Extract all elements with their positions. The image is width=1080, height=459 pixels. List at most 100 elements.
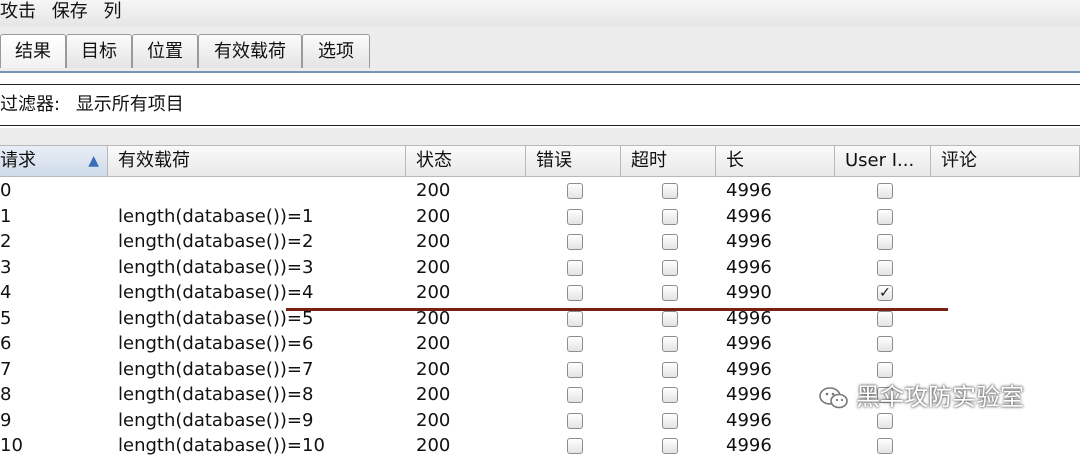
request-number: 4 (0, 282, 12, 303)
response-length: 4996 (726, 180, 772, 201)
filter-value[interactable]: 显示所有项目 (76, 94, 184, 115)
sort-ascending-icon: ▲ (88, 153, 99, 169)
error-checkbox (567, 208, 583, 225)
response-length: 4996 (726, 384, 772, 405)
response-length: 4996 (726, 333, 772, 354)
col-request[interactable]: 请求 ▲ (0, 146, 108, 176)
request-number: 8 (0, 384, 12, 405)
response-length: 4996 (726, 205, 772, 227)
payload-value: length(database())=3 (118, 256, 314, 278)
error-checkbox (567, 336, 583, 352)
tab-positions[interactable]: 位置 (132, 34, 198, 68)
request-number: 6 (0, 333, 12, 354)
payload-value: length(database())=7 (118, 358, 314, 380)
timeout-checkbox (662, 336, 678, 352)
table-row[interactable]: 4 length(database())=4 200 4990 ✓ (0, 280, 1080, 306)
payload-value: length(database())=9 (118, 409, 314, 431)
user-checkbox (877, 259, 893, 276)
table-row[interactable]: 1 length(database())=1 200 4996 (0, 204, 1080, 230)
user-checkbox: ✓ (877, 285, 893, 301)
error-checkbox (567, 183, 583, 199)
wechat-icon (819, 387, 848, 409)
filter-bar[interactable]: 过滤器: 显示所有项目 (0, 84, 1080, 126)
payload-value: length(database())=6 (118, 333, 314, 354)
col-comment[interactable]: 评论 (931, 146, 1080, 176)
annotation-underline (286, 308, 948, 311)
user-checkbox (877, 361, 893, 378)
response-length: 4996 (726, 358, 772, 380)
payload-value: length(database())=4 (118, 282, 314, 303)
table-row[interactable]: 6 length(database())=6 200 4996 (0, 331, 1080, 357)
payload-value: length(database())=2 (118, 231, 314, 252)
request-number: 3 (0, 256, 12, 278)
request-number: 10 (0, 435, 23, 456)
error-checkbox (567, 361, 583, 378)
status-code: 200 (416, 333, 451, 354)
timeout-checkbox (662, 208, 678, 225)
error-checkbox (567, 387, 583, 403)
col-payload[interactable]: 有效载荷 (108, 146, 406, 176)
request-number: 5 (0, 307, 12, 329)
request-number: 0 (0, 180, 12, 201)
col-length[interactable]: 长 (716, 146, 835, 176)
col-request-label: 请求 (0, 150, 36, 171)
table-row[interactable]: 0 200 4996 (0, 178, 1080, 204)
error-checkbox (567, 412, 583, 429)
timeout-checkbox (662, 412, 678, 429)
col-user[interactable]: User I... (835, 146, 931, 176)
user-checkbox (877, 234, 893, 250)
user-checkbox (877, 310, 893, 327)
payload-value: length(database())=1 (118, 205, 314, 227)
status-code: 200 (416, 256, 451, 278)
filter-label: 过滤器: (0, 94, 61, 115)
table-row[interactable]: 2 length(database())=2 200 4996 (0, 229, 1080, 255)
status-code: 200 (416, 205, 451, 227)
error-checkbox (567, 310, 583, 327)
payload-value: length(database())=10 (118, 435, 325, 456)
error-checkbox (567, 285, 583, 301)
payload-value: length(database())=5 (118, 307, 314, 329)
results-table-header: 请求 ▲ 有效载荷 状态 错误 超时 长 User I... 评论 (0, 145, 1080, 177)
response-length: 4996 (726, 231, 772, 252)
error-checkbox (567, 234, 583, 250)
request-number: 7 (0, 358, 12, 380)
col-timeout[interactable]: 超时 (621, 146, 716, 176)
status-code: 200 (416, 358, 451, 380)
menu-attack[interactable]: 攻击 (0, 0, 36, 24)
tab-results[interactable]: 结果 (0, 34, 66, 68)
status-code: 200 (416, 409, 451, 431)
timeout-checkbox (662, 310, 678, 327)
request-number: 2 (0, 231, 12, 252)
menu-bar: 攻击 保存 列 (0, 0, 1080, 27)
tab-strip: 结果 目标 位置 有效载荷 选项 (0, 26, 1080, 72)
watermark: 黑伞攻防实验室 (818, 379, 1024, 415)
error-checkbox (567, 259, 583, 276)
status-code: 200 (416, 435, 451, 456)
request-number: 9 (0, 409, 12, 431)
col-error[interactable]: 错误 (526, 146, 621, 176)
timeout-checkbox (662, 387, 678, 403)
menu-save[interactable]: 保存 (52, 0, 88, 24)
menu-columns[interactable]: 列 (103, 0, 121, 24)
user-checkbox (877, 183, 893, 199)
user-checkbox (877, 336, 893, 352)
payload-value: length(database())=8 (118, 384, 314, 405)
col-status[interactable]: 状态 (406, 146, 526, 176)
error-checkbox (567, 438, 583, 454)
timeout-checkbox (662, 361, 678, 378)
user-checkbox (877, 208, 893, 225)
watermark-text: 黑伞攻防实验室 (856, 383, 1024, 411)
timeout-checkbox (662, 285, 678, 301)
timeout-checkbox (662, 438, 678, 454)
status-code: 200 (416, 384, 451, 405)
response-length: 4990 (726, 282, 772, 303)
status-code: 200 (416, 180, 451, 201)
timeout-checkbox (662, 259, 678, 276)
tab-target[interactable]: 目标 (66, 34, 132, 68)
tab-payloads[interactable]: 有效载荷 (198, 34, 302, 68)
response-length: 4996 (726, 409, 772, 431)
table-row[interactable]: 3 length(database())=3 200 4996 (0, 255, 1080, 281)
tab-options[interactable]: 选项 (302, 34, 370, 68)
table-row[interactable]: 10 length(database())=10 200 4996 (0, 433, 1080, 459)
timeout-checkbox (662, 183, 678, 199)
